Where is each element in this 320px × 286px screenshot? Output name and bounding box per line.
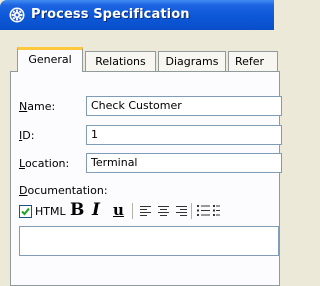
documentation-toolbar: HTML B I u [19,200,274,224]
tab-references[interactable]: Refer [228,51,278,71]
checkmark-icon [21,207,30,216]
documentation-label: Documentation: [19,184,108,197]
align-left-icon[interactable] [140,205,151,217]
italic-button[interactable]: I [92,200,100,220]
toolbar-separator [191,203,192,219]
dialog-body: Relations Diagrams Refer General Name: C… [0,30,282,286]
tab-label: Relations [95,55,146,68]
id-label: ID: [19,129,35,142]
toolbar-separator [132,203,133,219]
numbered-list-icon[interactable] [197,204,210,217]
html-checkbox-label: HTML [35,205,66,218]
tab-relations[interactable]: Relations [85,51,156,71]
location-field[interactable]: Terminal [86,153,282,173]
window-titlebar[interactable]: Process Specification [0,0,274,30]
documentation-editor[interactable] [19,226,279,256]
settings-gear-icon [9,7,25,23]
tab-diagrams[interactable]: Diagrams [158,51,226,71]
name-field[interactable]: Check Customer [86,96,282,116]
tab-general[interactable]: General [17,47,83,72]
underline-button[interactable]: u [113,201,124,219]
bullet-list-icon[interactable] [213,204,220,217]
location-label: Location: [19,157,70,170]
id-field[interactable]: 1 [86,125,282,145]
tab-label: General [28,53,72,66]
html-checkbox[interactable] [19,205,32,218]
tab-label: Refer [235,55,265,68]
bold-button[interactable]: B [70,200,84,220]
align-center-icon[interactable] [158,205,169,217]
align-right-icon[interactable] [176,205,187,217]
name-label: Name: [19,100,56,113]
tab-label: Diagrams [165,55,219,68]
window-title: Process Specification [31,7,190,22]
